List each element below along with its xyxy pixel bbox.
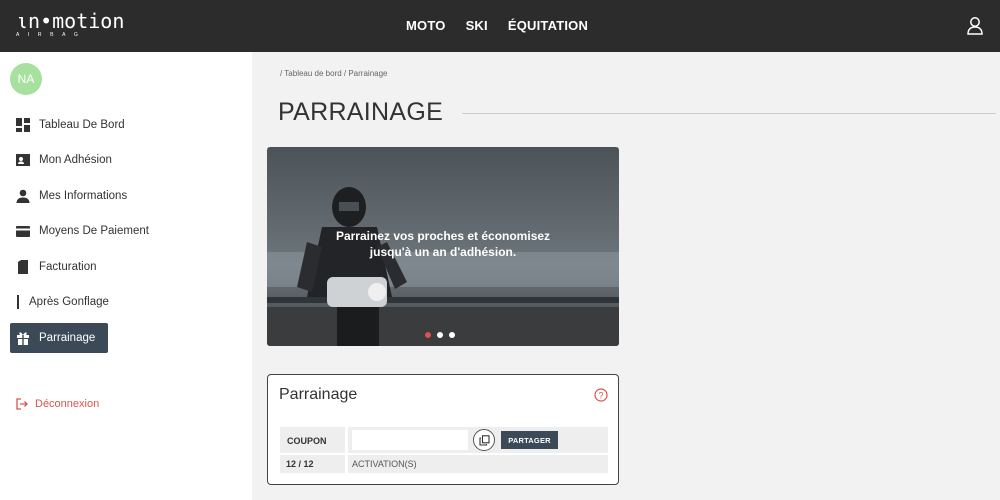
share-button[interactable]: PARTAGER [501, 431, 558, 449]
sidebar-item-mes-informations[interactable]: Mes Informations [10, 181, 127, 211]
activation-label: ACTIVATION(S) [352, 459, 417, 469]
logo-wordmark: ιn•motion [16, 9, 125, 33]
activation-count: 12 / 12 [286, 459, 314, 469]
carousel-dot-3[interactable] [449, 332, 455, 338]
cell-divider [345, 427, 348, 453]
banner-line-2: jusqu'à un an d'adhésion. [369, 245, 517, 259]
banner-line-1: Parrainez vos proches et économisez [335, 229, 551, 243]
sidebar-item-label: Moyens De Paiement [39, 225, 149, 237]
coupon-field[interactable] [352, 430, 468, 450]
carousel-dot-1[interactable] [425, 332, 431, 338]
sidebar-item-tableau-de-bord[interactable]: Tableau De Bord [10, 110, 125, 140]
sidebar-item-label: Mon Adhésion [39, 154, 112, 166]
user-icon [967, 17, 983, 35]
copy-coupon-button[interactable] [473, 429, 495, 451]
sidebar-item-label: Tableau De Bord [39, 119, 125, 131]
page-title: PARRAINAGE [278, 98, 444, 126]
document-icon [16, 260, 30, 274]
sidebar-item-label: Parrainage [39, 332, 96, 344]
cell-divider [345, 455, 348, 473]
sidebar-item-moyens-de-paiement[interactable]: Moyens De Paiement [10, 216, 149, 246]
sidebar: NA Tableau De Bord Mon Adhésion Mes Info… [0, 52, 252, 500]
nav-ski[interactable]: SKI [466, 18, 488, 33]
svg-text:?: ? [598, 390, 603, 400]
banner-message: Parrainez vos proches et économisez jusq… [267, 228, 619, 260]
vertical-bar-icon [16, 295, 20, 309]
nav-equitation[interactable]: ÉQUITATION [508, 18, 588, 33]
top-bar: ιn•motion AIRBAG MOTO SKI ÉQUITATION [0, 0, 1000, 52]
copy-icon [478, 434, 490, 446]
referral-card-title: Parrainage [279, 386, 358, 403]
id-card-icon [16, 153, 30, 167]
sidebar-item-parrainage[interactable]: Parrainage [10, 323, 108, 353]
sidebar-item-mon-adhesion[interactable]: Mon Adhésion [10, 145, 112, 175]
coupon-label: COUPON [287, 436, 327, 446]
logout-icon [16, 398, 28, 410]
activation-row: 12 / 12 ACTIVATION(S) [280, 455, 608, 473]
coupon-row: COUPON PARTAGER [280, 427, 608, 453]
sidebar-item-apres-gonflage[interactable]: Après Gonflage [10, 287, 109, 317]
dashboard-icon [16, 118, 30, 132]
logo[interactable]: ιn•motion AIRBAG [16, 11, 124, 38]
help-icon[interactable]: ? [594, 388, 608, 402]
nav-moto[interactable]: MOTO [406, 18, 446, 33]
carousel-dot-2[interactable] [437, 332, 443, 338]
top-nav: MOTO SKI ÉQUITATION [406, 18, 588, 33]
logout-label: Déconnexion [35, 398, 100, 410]
referral-card: Parrainage ? COUPON PARTAGER 12 / 12 ACT… [267, 374, 619, 485]
logout-link[interactable]: Déconnexion [16, 398, 99, 410]
title-divider [462, 113, 996, 114]
sidebar-item-label: Mes Informations [39, 190, 128, 202]
user-account-button[interactable] [966, 16, 984, 36]
person-icon [16, 189, 30, 203]
sidebar-item-label: Après Gonflage [29, 296, 109, 308]
gift-icon [16, 331, 30, 345]
avatar[interactable]: NA [10, 63, 42, 95]
sidebar-item-facturation[interactable]: Facturation [10, 252, 108, 282]
promo-carousel[interactable]: Parrainez vos proches et économisez jusq… [267, 147, 619, 346]
breadcrumb: / Tableau de bord / Parrainage [280, 69, 388, 78]
sidebar-item-label: Facturation [39, 261, 97, 273]
carousel-dots [425, 332, 455, 338]
credit-card-icon [16, 224, 30, 238]
